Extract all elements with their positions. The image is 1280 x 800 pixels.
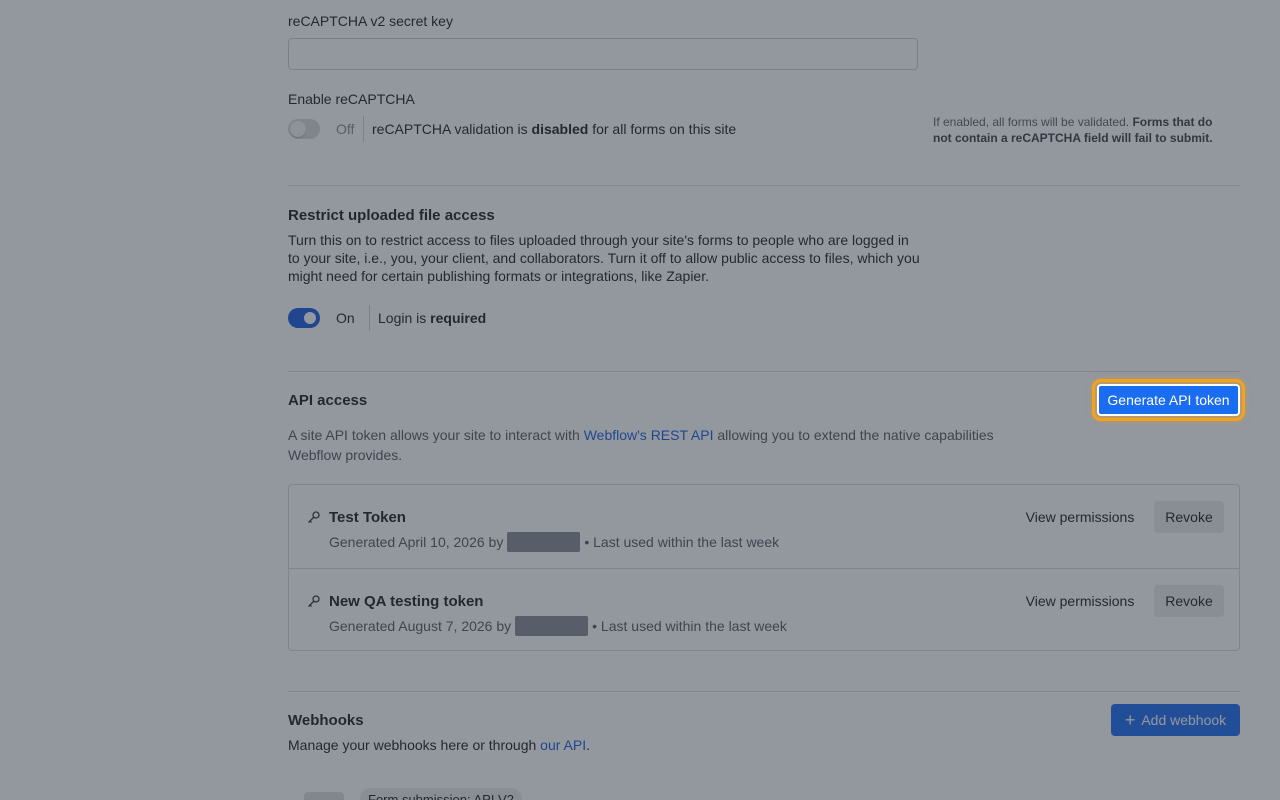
settings-page: reCAPTCHA v2 secret key Enable reCAPTCHA… <box>0 0 1280 800</box>
recaptcha-status-suffix: for all forms on this site <box>588 121 737 137</box>
api-token-list: Test Token Generated April 10, 2026 by •… <box>288 484 1240 651</box>
restrict-files-toggle[interactable] <box>288 308 320 328</box>
section-divider <box>288 185 1240 186</box>
api-desc-prefix: A site API token allows your site to int… <box>288 427 584 443</box>
token-last-used: • Last used within the last week <box>592 618 787 634</box>
restrict-files-status-text: Login is required <box>378 310 486 326</box>
section-divider <box>288 371 1240 372</box>
section-divider <box>288 691 1240 692</box>
token-name: Test Token <box>329 509 406 526</box>
plus-icon: + <box>1124 710 1136 730</box>
token-row: Test Token Generated April 10, 2026 by •… <box>289 485 1239 568</box>
add-webhook-button[interactable]: + Add webhook <box>1111 704 1240 736</box>
rest-api-link[interactable]: Webflow's REST API <box>584 427 714 443</box>
recaptcha-toggle[interactable] <box>288 119 320 139</box>
toggle-knob <box>290 121 306 137</box>
recaptcha-hint-prefix: If enabled, all forms will be validated. <box>933 115 1133 129</box>
recaptcha-status-text: reCAPTCHA validation is disabled for all… <box>372 121 736 137</box>
restrict-files-description: Turn this on to restrict access to files… <box>288 232 920 284</box>
restrict-files-toggle-state: On <box>336 310 355 326</box>
our-api-link[interactable]: our API <box>540 737 586 753</box>
key-icon <box>308 595 320 607</box>
secret-key-input[interactable] <box>288 38 918 70</box>
key-icon <box>308 511 320 523</box>
enable-recaptcha-label: Enable reCAPTCHA <box>288 91 415 107</box>
token-generated: Generated August 7, 2026 by <box>329 618 512 634</box>
divider <box>369 305 370 331</box>
generate-api-token-button[interactable]: Generate API token <box>1092 379 1245 421</box>
revoke-button[interactable]: Revoke <box>1154 501 1224 533</box>
redacted-user <box>515 616 589 636</box>
view-permissions-button[interactable]: View permissions <box>1021 501 1139 533</box>
api-access-description: A site API token allows your site to int… <box>288 425 1008 465</box>
restrict-files-status-bold: required <box>430 310 487 326</box>
token-name: New QA testing token <box>329 593 484 610</box>
webhooks-desc-prefix: Manage your webhooks here or through <box>288 737 541 753</box>
restrict-files-title: Restrict uploaded file access <box>288 207 495 224</box>
token-meta: Generated August 7, 2026 by • Last used … <box>329 616 787 636</box>
revoke-button[interactable]: Revoke <box>1154 585 1224 617</box>
webhooks-title: Webhooks <box>288 712 364 729</box>
token-last-used: • Last used within the last week <box>584 534 780 550</box>
toggle-knob <box>302 310 318 326</box>
webhooks-desc-suffix: . <box>586 737 590 753</box>
token-meta: Generated April 10, 2026 by • Last used … <box>329 532 779 552</box>
divider <box>363 116 364 142</box>
redacted-user <box>507 532 581 552</box>
recaptcha-toggle-state: Off <box>336 121 355 137</box>
restrict-files-status-prefix: Login is <box>378 310 431 326</box>
webhook-icon <box>304 792 344 800</box>
api-access-title: API access <box>288 392 368 409</box>
recaptcha-status-bold: disabled <box>531 121 589 137</box>
add-webhook-label: Add webhook <box>1141 712 1227 728</box>
token-row: New QA testing token Generated August 7,… <box>289 568 1239 651</box>
webhooks-description: Manage your webhooks here or through our… <box>288 737 590 753</box>
token-generated: Generated April 10, 2026 by <box>329 534 504 550</box>
view-permissions-button[interactable]: View permissions <box>1021 585 1139 617</box>
webhook-trigger-badge: Form submission: API V2 <box>360 788 522 800</box>
recaptcha-status-prefix: reCAPTCHA validation is <box>372 121 532 137</box>
recaptcha-hint: If enabled, all forms will be validated.… <box>933 114 1233 146</box>
secret-key-label: reCAPTCHA v2 secret key <box>288 13 453 29</box>
